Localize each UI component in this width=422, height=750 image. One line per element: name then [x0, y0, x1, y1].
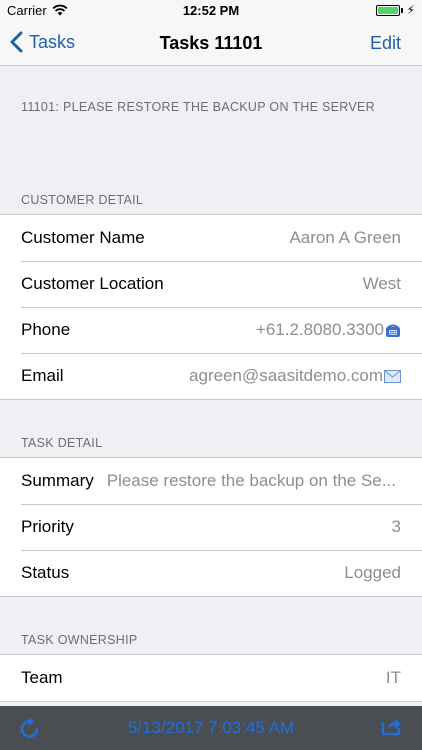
- task-ownership-group: Team IT: [0, 654, 422, 702]
- status-value: Logged: [344, 563, 401, 582]
- status-label: Status: [21, 563, 70, 582]
- customer-location-row[interactable]: Customer Location West: [0, 261, 422, 307]
- summary-label: Summary: [21, 471, 94, 490]
- task-header: 11101: PLEASE RESTORE THE BACKUP ON THE …: [21, 100, 375, 114]
- refresh-icon[interactable]: [19, 716, 41, 745]
- customer-location-label: Customer Location: [21, 274, 164, 293]
- summary-row[interactable]: Summary Please restore the backup on the…: [0, 458, 422, 504]
- bottom-toolbar: 5/13/2017 7:03:45 AM: [0, 706, 422, 750]
- customer-name-label: Customer Name: [21, 228, 145, 247]
- phone-label: Phone: [21, 320, 71, 339]
- task-detail-header: TASK DETAIL: [21, 436, 103, 450]
- team-label: Team: [21, 668, 63, 687]
- share-icon[interactable]: [380, 716, 402, 741]
- customer-name-row[interactable]: Customer Name Aaron A Green: [0, 215, 422, 261]
- status-bar: Carrier 12:52 PM ⚡: [0, 0, 422, 22]
- email-value-container[interactable]: agreen@saasitdemo.com: [189, 366, 401, 386]
- customer-name-value: Aaron A Green: [289, 228, 401, 247]
- charging-icon: ⚡: [406, 3, 415, 17]
- priority-label: Priority: [21, 517, 74, 536]
- task-ownership-header: TASK OWNERSHIP: [21, 633, 138, 647]
- status-row[interactable]: Status Logged: [0, 550, 422, 596]
- content: 11101: PLEASE RESTORE THE BACKUP ON THE …: [0, 67, 422, 702]
- envelope-icon[interactable]: [384, 369, 401, 383]
- priority-value: 3: [391, 517, 401, 536]
- last-updated-timestamp: 5/13/2017 7:03:45 AM: [127, 718, 295, 737]
- phone-value: +61.2.8080.3300: [255, 320, 384, 339]
- email-row[interactable]: Email agreen@saasitdemo.com: [0, 353, 422, 399]
- navigation-bar: Tasks Tasks 11101 Edit: [0, 22, 422, 66]
- battery-tip: [401, 8, 403, 13]
- edit-button[interactable]: Edit: [370, 33, 401, 54]
- chevron-left-icon: [10, 31, 23, 53]
- email-value: agreen@saasitdemo.com: [189, 366, 383, 385]
- team-row[interactable]: Team IT: [0, 655, 422, 701]
- battery-icon: [376, 5, 400, 16]
- email-label: Email: [21, 366, 64, 385]
- task-detail-group: Summary Please restore the backup on the…: [0, 457, 422, 597]
- customer-detail-group: Customer Name Aaron A Green Customer Loc…: [0, 214, 422, 400]
- back-button-label: Tasks: [29, 31, 76, 52]
- status-time: 12:52 PM: [182, 3, 240, 18]
- phone-value-container[interactable]: +61.2.8080.3300: [256, 320, 401, 340]
- priority-row[interactable]: Priority 3: [0, 504, 422, 550]
- team-value: IT: [385, 668, 401, 687]
- customer-detail-header: CUSTOMER DETAIL: [21, 193, 144, 207]
- phone-row[interactable]: Phone +61.2.8080.3300: [0, 307, 422, 353]
- screen: Carrier 12:52 PM ⚡ Tasks Tasks 11101 Edi…: [0, 0, 422, 750]
- phone-icon[interactable]: [385, 322, 401, 338]
- back-button[interactable]: Tasks: [10, 31, 75, 53]
- customer-location-value: West: [362, 274, 401, 293]
- summary-value: Please restore the backup on the Se...: [106, 471, 396, 490]
